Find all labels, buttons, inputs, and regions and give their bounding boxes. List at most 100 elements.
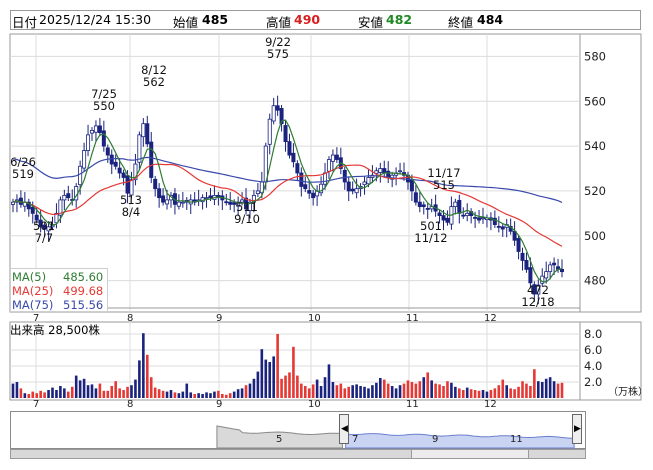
- candle-body: [346, 181, 351, 192]
- candle-body: [303, 184, 308, 190]
- volume-bar: [23, 393, 27, 398]
- ma75-label: MA(75): [12, 298, 54, 312]
- volume-bar: [197, 393, 200, 398]
- ma75-value: 515.56: [63, 298, 104, 312]
- volume-bar: [284, 375, 287, 398]
- candle-body: [307, 190, 312, 194]
- volume-bar: [82, 378, 86, 398]
- candle-body: [473, 216, 478, 219]
- candle-body: [89, 130, 94, 134]
- candle-body: [496, 225, 501, 228]
- volume-bar: [544, 378, 548, 398]
- volume-bar: [130, 385, 133, 398]
- navigator-left-handle[interactable]: ◀: [339, 414, 349, 444]
- volume-bar: [27, 394, 31, 398]
- volume-bar: [228, 393, 232, 398]
- volume-bar: [145, 354, 149, 398]
- candle-body: [224, 201, 229, 204]
- candle-body: [326, 159, 331, 172]
- volume-bar: [300, 383, 303, 398]
- volume-bar: [540, 382, 544, 398]
- volume-month-label: 9: [216, 399, 222, 410]
- volume-bar: [505, 385, 509, 398]
- volume-bar: [268, 362, 272, 398]
- volume-bar: [292, 346, 295, 398]
- volume-bar: [430, 380, 433, 398]
- volume-bar: [78, 380, 82, 398]
- volume-bar: [224, 394, 228, 398]
- volume-bar: [497, 385, 501, 398]
- volume-bar: [501, 379, 505, 398]
- navigator-area[interactable]: 5 7 9 11: [11, 412, 587, 450]
- volume-bar: [477, 390, 481, 398]
- candle-body: [382, 168, 387, 174]
- volume-bar: [74, 375, 78, 398]
- candle-body: [362, 181, 367, 186]
- volume-bar: [189, 392, 193, 398]
- navigator-month-label: 5: [276, 434, 282, 445]
- candle-body: [323, 172, 328, 185]
- volume-bar: [205, 392, 208, 398]
- volume-bar: [367, 388, 370, 398]
- navigator-selected-area: [345, 433, 575, 449]
- volume-bar: [201, 394, 204, 398]
- annotation-label: 11/12: [414, 231, 447, 245]
- volume-bar: [359, 386, 362, 398]
- candle-body: [560, 269, 565, 273]
- volume-bar: [311, 384, 315, 398]
- candle-body: [141, 123, 146, 138]
- volume-bar: [406, 380, 410, 398]
- volume-bar: [138, 360, 141, 398]
- volume-bar: [525, 383, 528, 398]
- volume-bar: [323, 377, 327, 398]
- volume-bar: [485, 391, 489, 398]
- annotation-label: 575: [267, 47, 289, 61]
- volume-bar: [434, 383, 437, 398]
- candle-body: [295, 163, 300, 174]
- volume-bar: [142, 333, 145, 398]
- candle-body: [350, 188, 355, 192]
- candle-body: [145, 123, 150, 145]
- candle-body: [378, 168, 383, 173]
- volume-bar: [134, 379, 137, 398]
- volume-bar: [422, 377, 426, 398]
- candle-body: [398, 170, 403, 173]
- annotation-label: 519: [12, 167, 34, 181]
- volume-bar: [339, 383, 343, 398]
- range-navigator[interactable]: 5 7 9 11: [10, 411, 586, 449]
- candle-body: [117, 167, 122, 174]
- volume-bar: [157, 389, 161, 398]
- volume-bar: [402, 383, 406, 398]
- price-tick-label: 540: [584, 139, 606, 153]
- scrollbar-thumb[interactable]: [411, 449, 529, 459]
- volume-bar: [465, 387, 469, 398]
- candle-body: [409, 179, 414, 192]
- volume-month-label: 10: [308, 399, 321, 410]
- price-tick-label: 480: [584, 274, 606, 288]
- volume-bar: [252, 378, 256, 398]
- candle-body: [267, 118, 272, 145]
- volume-bar: [473, 390, 477, 398]
- volume-bar: [469, 389, 473, 398]
- volume-bar: [177, 393, 181, 398]
- candle-body: [528, 267, 533, 284]
- candle-body: [287, 141, 292, 156]
- volume-bar: [19, 388, 23, 398]
- navigator-right-handle[interactable]: ▶: [572, 414, 582, 444]
- volume-tick-label: 8.0: [584, 327, 602, 341]
- candle-body: [299, 172, 304, 187]
- volume-bar: [173, 392, 177, 398]
- volume-bar: [240, 388, 244, 398]
- candle-body: [425, 208, 430, 210]
- volume-bar: [390, 386, 394, 398]
- volume-bar: [398, 385, 402, 398]
- navigator-month-label: 11: [510, 434, 523, 445]
- volume-bar: [335, 385, 339, 398]
- volume-bar: [529, 386, 532, 398]
- candle-body: [97, 125, 102, 134]
- candle-body: [334, 154, 339, 160]
- price-tick-label: 520: [584, 184, 606, 198]
- candle-body: [275, 105, 280, 111]
- price-tick-label: 580: [584, 49, 606, 63]
- volume-unit-label: （万株）: [608, 385, 648, 398]
